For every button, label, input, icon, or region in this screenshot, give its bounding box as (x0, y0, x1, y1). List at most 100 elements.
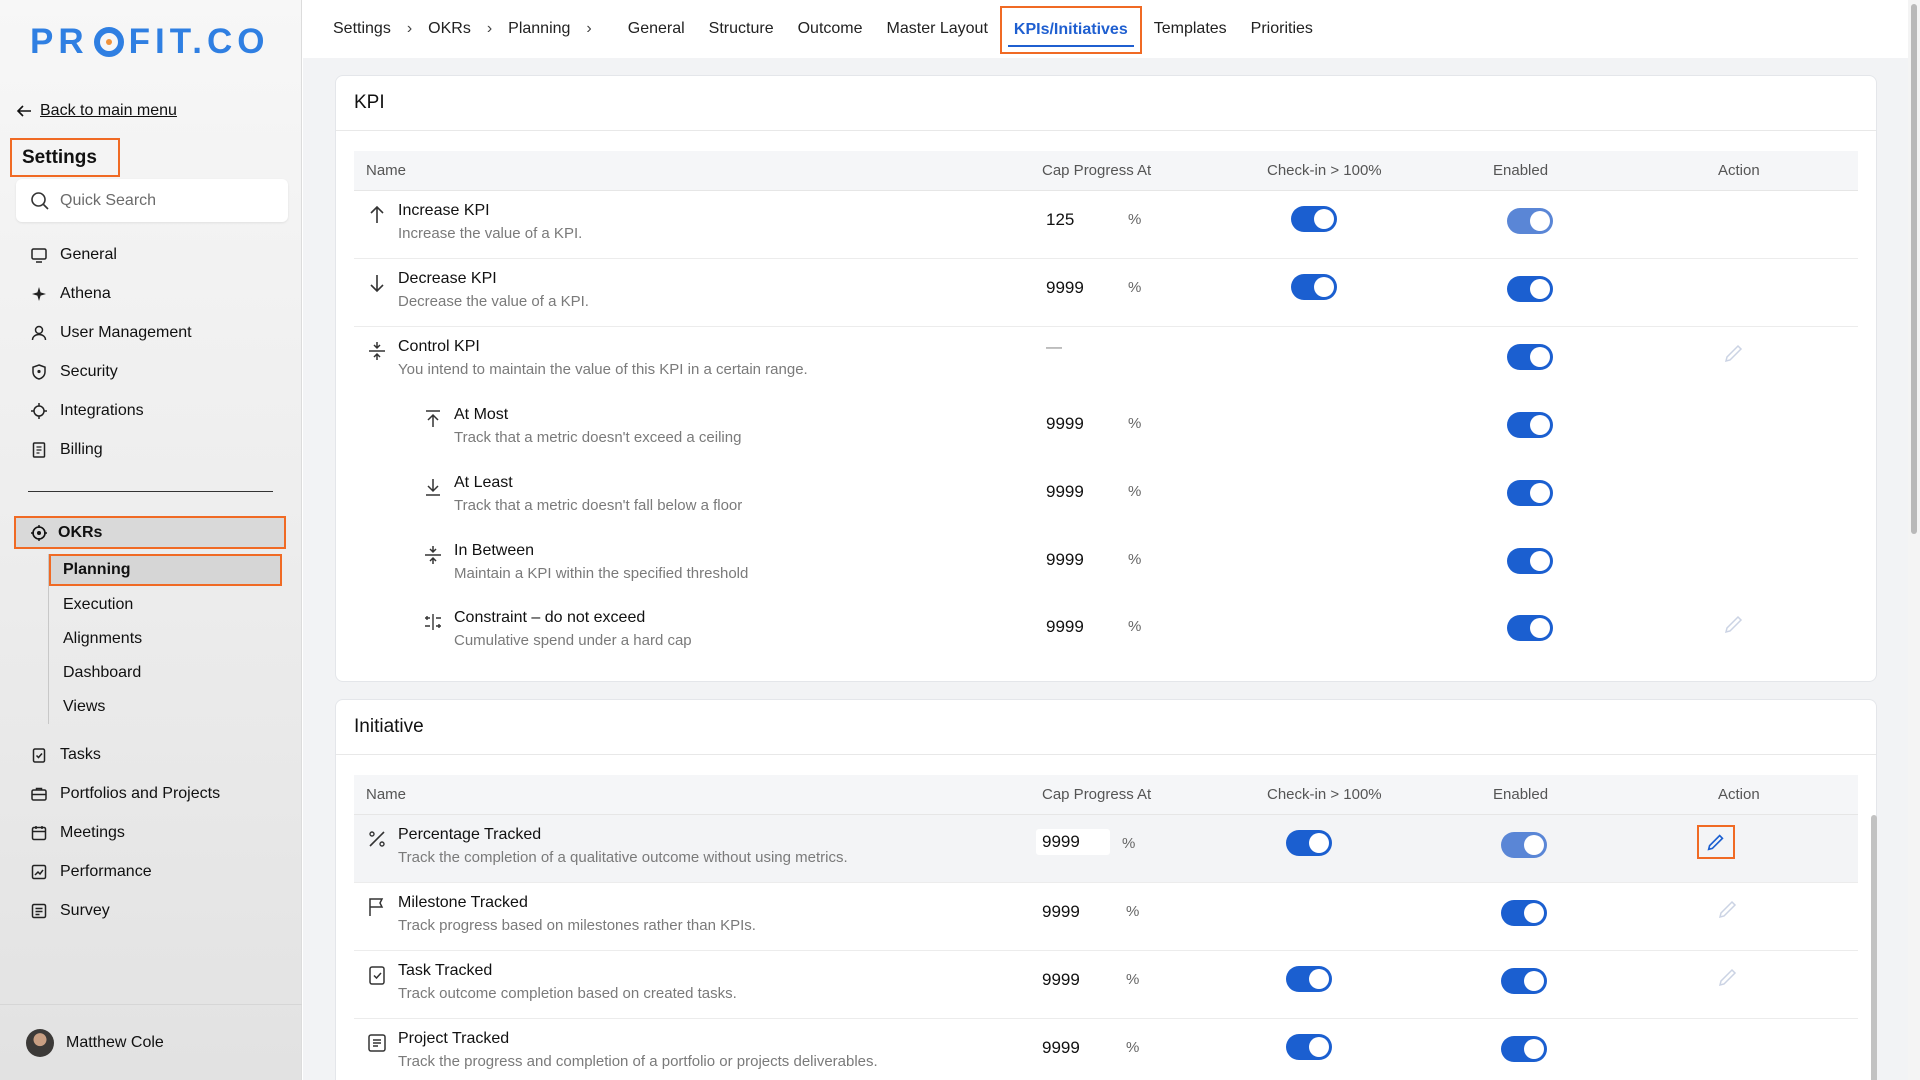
initiative-name: Percentage Tracked (398, 826, 542, 843)
enabled-toggle[interactable] (1507, 480, 1553, 506)
nav-item-user-management[interactable]: User Management (0, 313, 302, 352)
enabled-toggle[interactable] (1501, 1036, 1547, 1062)
pencil-icon[interactable] (1722, 612, 1746, 636)
percent-unit: % (1128, 415, 1142, 432)
nav-item-label: Security (60, 362, 118, 380)
cap-progress-input[interactable]: 9999 (1036, 829, 1110, 855)
table-row: In Between Maintain a KPI within the spe… (354, 531, 1858, 599)
initiative-description: Track the completion of a qualitative ou… (398, 849, 848, 866)
breadcrumb-settings[interactable]: Settings (333, 20, 391, 38)
pencil-icon[interactable] (1722, 341, 1746, 365)
nav-item-performance[interactable]: Performance (0, 852, 302, 891)
kpi-description: Track that a metric doesn't fall below a… (454, 497, 743, 514)
nav-item-athena[interactable]: Athena (0, 274, 302, 313)
nav-item-okrs[interactable]: OKRs (14, 516, 286, 549)
nav-item-label: User Management (60, 323, 192, 341)
avatar (26, 1028, 54, 1057)
checkin-toggle[interactable] (1286, 830, 1332, 856)
table-row: Task Tracked Track outcome completion ba… (354, 951, 1858, 1019)
quick-search-input[interactable] (60, 191, 260, 210)
initiative-description: Track the progress and completion of a p… (398, 1053, 878, 1070)
cap-progress-value[interactable]: 9999 (1042, 1038, 1080, 1058)
header-name: Name (366, 786, 407, 803)
nav-item-billing[interactable]: Billing (0, 430, 302, 469)
document-icon (368, 1034, 386, 1052)
tab-outcome[interactable]: Outcome (786, 7, 875, 51)
initiative-description: Track progress based on milestones rathe… (398, 917, 756, 934)
breadcrumb-planning[interactable]: Planning (508, 20, 570, 38)
edit-button[interactable] (1697, 825, 1735, 859)
enabled-toggle[interactable] (1507, 276, 1553, 302)
enabled-toggle[interactable] (1507, 615, 1553, 641)
cap-progress-value[interactable]: 9999 (1042, 970, 1080, 990)
enabled-toggle[interactable] (1501, 968, 1547, 994)
survey-icon (31, 903, 47, 918)
header-action: Action (1718, 786, 1760, 803)
cap-progress-value[interactable]: 9999 (1046, 482, 1084, 502)
tab-general[interactable]: General (616, 7, 697, 51)
shield-icon (32, 363, 46, 380)
subnav-item-planning[interactable]: Planning (49, 554, 282, 586)
arrow-left-icon (16, 105, 31, 117)
checkin-toggle[interactable] (1291, 274, 1337, 300)
initiative-name: Project Tracked (398, 1030, 510, 1047)
enabled-toggle[interactable] (1507, 412, 1553, 438)
initiative-card: Initiative Name Cap Progress At Check-in… (335, 699, 1877, 1080)
cap-progress-value[interactable]: 9999 (1046, 550, 1084, 570)
clipboard-check-icon (369, 966, 385, 985)
enabled-toggle[interactable] (1507, 208, 1553, 234)
header-action: Action (1718, 162, 1760, 179)
percent-unit: % (1126, 971, 1140, 988)
enabled-toggle[interactable] (1507, 548, 1553, 574)
nav-item-meetings[interactable]: Meetings (0, 813, 302, 852)
constraint-icon (425, 614, 441, 630)
pencil-icon[interactable] (1716, 965, 1740, 989)
nav-item-label: Athena (60, 284, 111, 302)
cap-progress-value[interactable]: 9999 (1046, 414, 1084, 434)
user-profile[interactable]: Matthew Cole (0, 1004, 302, 1080)
checkin-toggle[interactable] (1286, 966, 1332, 992)
subnav-item-views[interactable]: Views (49, 690, 282, 724)
checkin-toggle[interactable] (1291, 206, 1337, 232)
tab-master-layout[interactable]: Master Layout (875, 7, 1000, 51)
settings-nav-2: Tasks Portfolios and Projects Meetings P… (0, 735, 302, 930)
enabled-toggle[interactable] (1501, 900, 1547, 926)
arrow-down-icon (370, 275, 384, 293)
control-range-icon (369, 342, 385, 360)
nav-item-integrations[interactable]: Integrations (0, 391, 302, 430)
back-to-main-menu-link[interactable]: Back to main menu (16, 102, 177, 120)
nav-item-label: Portfolios and Projects (60, 784, 221, 802)
cap-progress-value[interactable]: 9999 (1046, 278, 1084, 298)
subnav-item-dashboard[interactable]: Dashboard (49, 656, 282, 690)
breadcrumb-separator: › (486, 20, 493, 37)
logo-text-pre: PR (30, 22, 89, 61)
breadcrumb-okrs[interactable]: OKRs (428, 20, 471, 38)
kpi-description: Decrease the value of a KPI. (398, 293, 589, 310)
checkin-toggle[interactable] (1286, 1034, 1332, 1060)
nav-item-tasks[interactable]: Tasks (0, 735, 302, 774)
profit-co-logo[interactable]: PR FIT.CO (30, 22, 269, 62)
nav-item-survey[interactable]: Survey (0, 891, 302, 930)
tab-priorities[interactable]: Priorities (1239, 7, 1325, 51)
tab-kpis-initiatives[interactable]: KPIs/Initiatives (999, 6, 1142, 54)
enabled-toggle[interactable] (1501, 832, 1547, 858)
header-checkin: Check-in > 100% (1267, 786, 1382, 803)
nav-item-security[interactable]: Security (0, 352, 302, 391)
cap-progress-value[interactable]: 9999 (1042, 902, 1080, 922)
cap-progress-value[interactable]: 9999 (1046, 617, 1084, 637)
tab-templates[interactable]: Templates (1142, 7, 1239, 51)
nav-item-portfolios-and-projects[interactable]: Portfolios and Projects (0, 774, 302, 813)
nav-item-general[interactable]: General (0, 235, 302, 274)
quick-search[interactable] (16, 179, 288, 222)
enabled-toggle[interactable] (1507, 344, 1553, 370)
tab-structure[interactable]: Structure (697, 7, 786, 51)
subnav-item-execution[interactable]: Execution (49, 588, 282, 622)
page-scrollbar-thumb[interactable] (1911, 4, 1917, 534)
page-scrollbar[interactable] (1908, 0, 1920, 1080)
initiative-scrollbar[interactable] (1871, 815, 1877, 1080)
sparkle-icon (32, 286, 46, 301)
settings-tabs: General Structure Outcome Master Layout … (616, 4, 1325, 54)
pencil-icon[interactable] (1716, 897, 1740, 921)
cap-progress-value[interactable]: 125 (1046, 210, 1074, 230)
subnav-item-alignments[interactable]: Alignments (49, 622, 282, 656)
